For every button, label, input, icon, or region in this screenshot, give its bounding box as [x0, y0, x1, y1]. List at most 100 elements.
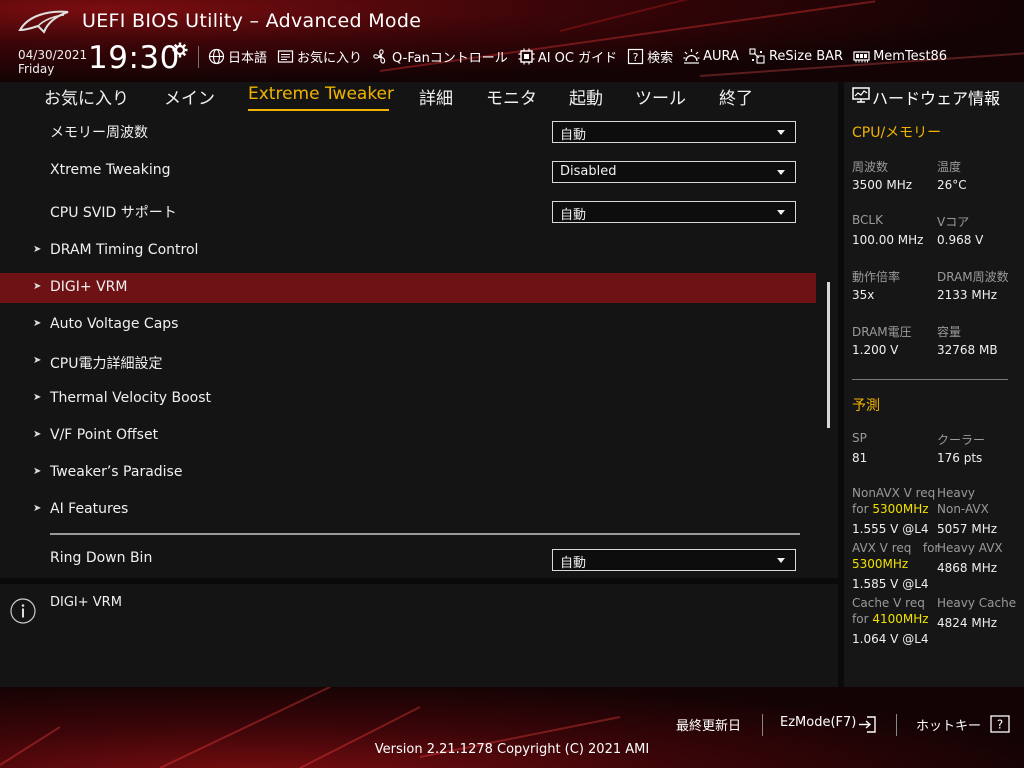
rog-logo-icon [18, 10, 69, 34]
resize-bar-label: ReSize BAR [768, 49, 844, 64]
ezmode-button[interactable]: EzMode(F7) [780, 715, 856, 730]
resize-bar-button[interactable]: ReSize BAR [749, 48, 843, 65]
cache-voltage-value: 1.064 V @L4 [852, 632, 929, 646]
tab-favorites[interactable]: お気に入り [44, 84, 129, 109]
submenu-auto-voltage-caps[interactable]: ➤ Auto Voltage Caps [0, 310, 816, 340]
submenu-arrow-icon: ➤ [33, 318, 42, 329]
submenu-arrow-icon: ➤ [33, 281, 42, 292]
vcore-label: Vコア [937, 215, 970, 229]
help-panel: DIGI+ VRM [0, 584, 838, 687]
submenu-thermal-velocity-boost[interactable]: ➤ Thermal Velocity Boost [0, 384, 816, 414]
setting-row-ring-down-bin[interactable]: Ring Down Bin 自動 [0, 548, 816, 578]
submenu-cpu-power-settings[interactable]: ➤ CPU電力詳細設定 [0, 347, 816, 377]
hotkeys-button[interactable]: ホットキー [916, 715, 981, 734]
cpu-frequency-value: 3500 MHz [852, 178, 913, 192]
main-tab-bar: お気に入り メイン Extreme Tweaker 詳細 モニタ 起動 ツール … [0, 82, 838, 112]
language-button[interactable]: 日本語 [208, 47, 267, 66]
search-label: 検索 [647, 51, 674, 66]
nonavx-voltage-value: 1.555 V @L4 [852, 522, 929, 536]
cpu-svid-support-dropdown[interactable]: 自動 [552, 201, 796, 223]
aura-button[interactable]: AURA [683, 48, 739, 65]
memtest-button[interactable]: MemTest86 [853, 48, 947, 65]
ring-down-bin-dropdown[interactable]: 自動 [552, 549, 796, 571]
active-tab-underline [248, 109, 389, 111]
capacity-value: 32768 MB [937, 343, 998, 357]
favorites-icon [277, 50, 294, 63]
cooler-label: クーラー [937, 433, 986, 447]
bclk-label: BCLK [852, 213, 883, 227]
cooler-value: 176 pts [937, 451, 983, 465]
setting-label: Xtreme Tweaking [50, 162, 171, 178]
globe-icon [208, 48, 225, 65]
cache-frequency: 4100MHz [872, 612, 929, 626]
xtreme-tweaking-dropdown[interactable]: Disabled [552, 161, 796, 183]
submenu-vf-point-offset[interactable]: ➤ V/F Point Offset [0, 421, 816, 451]
info-icon [10, 598, 36, 624]
sp-value: 81 [852, 451, 868, 465]
heavy-nonavx-label-a: Heavy [937, 486, 975, 500]
help-text: DIGI+ VRM [50, 595, 122, 610]
avx-voltage-value: 1.585 V @L4 [852, 577, 929, 591]
memtest-icon [853, 51, 870, 63]
cpu-temperature-label: 温度 [937, 160, 962, 174]
tab-tool[interactable]: ツール [635, 84, 686, 109]
search-help-icon: ? [628, 48, 644, 65]
cache-for-label: for 4100MHz [852, 612, 929, 626]
submenu-dram-timing-control[interactable]: ➤ DRAM Timing Control [0, 236, 816, 266]
tab-extreme-tweaker[interactable]: Extreme Tweaker [248, 84, 394, 104]
nonavx-frequency: 5300MHz [872, 502, 929, 516]
heavy-nonavx-label-b: Non-AVX [937, 502, 989, 516]
chevron-down-icon [777, 130, 785, 135]
chevron-down-icon [777, 210, 785, 215]
favorites-label: お気に入り [297, 51, 363, 66]
setting-row-cpu-svid-support[interactable]: CPU SVID サポート 自動 [0, 200, 816, 230]
vcore-value: 0.968 V [937, 233, 984, 247]
ratio-label: 動作倍率 [852, 270, 901, 284]
submenu-ai-features[interactable]: ➤ AI Features [0, 495, 816, 525]
ai-oc-guide-label: AI OC ガイド [537, 51, 618, 66]
scrollbar-thumb[interactable] [827, 282, 830, 428]
setting-row-xtreme-tweaking[interactable]: Xtreme Tweaking Disabled [0, 160, 816, 190]
memtest-label: MemTest86 [873, 49, 948, 64]
qfan-button[interactable]: Q-Fanコントロール [372, 47, 508, 66]
clock-settings-gear-icon[interactable] [172, 42, 188, 58]
search-button[interactable]: ? 検索 [627, 47, 673, 66]
dram-voltage-label: DRAM電圧 [852, 325, 912, 339]
tab-main[interactable]: メイン [164, 84, 215, 109]
hardware-monitor-panel: ハードウェア情報 CPU/メモリー 周波数 温度 3500 MHz 26°C B… [844, 82, 1024, 687]
tab-exit[interactable]: 終了 [719, 84, 753, 109]
setting-row-memory-frequency[interactable]: メモリー周波数 自動 [0, 120, 816, 150]
ai-oc-icon [518, 48, 535, 65]
dram-voltage-value: 1.200 V [852, 343, 899, 357]
tab-boot[interactable]: 起動 [569, 84, 603, 109]
dropdown-value: 自動 [560, 556, 587, 571]
svg-text:?: ? [633, 51, 639, 64]
submenu-arrow-icon: ➤ [33, 392, 42, 403]
tab-advanced[interactable]: 詳細 [419, 84, 453, 109]
sp-label: SP [852, 431, 867, 445]
header-divider [198, 46, 199, 68]
app-title: UEFI BIOS Utility – Advanced Mode [82, 10, 422, 32]
cpu-memory-section-title: CPU/メモリー [852, 125, 942, 141]
submenu-arrow-icon: ➤ [33, 429, 42, 440]
submenu-label: DRAM Timing Control [50, 242, 199, 258]
footer-divider [762, 714, 763, 736]
last-modified-button[interactable]: 最終更新日 [676, 715, 741, 734]
date-text: 04/30/2021 [18, 48, 88, 62]
avx-vreq-label: AVX V req for [852, 541, 939, 555]
submenu-digi-vrm[interactable]: ➤ DIGI+ VRM [0, 273, 816, 303]
monitor-icon [852, 87, 870, 103]
resize-bar-icon [749, 48, 765, 64]
submenu-label: CPU電力詳細設定 [50, 356, 163, 372]
dram-frequency-value: 2133 MHz [937, 288, 998, 302]
favorites-button[interactable]: お気に入り [277, 47, 362, 66]
avx-frequency: 5300MHz [852, 557, 909, 571]
ai-oc-guide-button[interactable]: AI OC ガイド [518, 47, 617, 66]
submenu-tweakers-paradise[interactable]: ➤ Tweaker’s Paradise [0, 458, 816, 488]
exit-to-ezmode-icon[interactable] [858, 716, 876, 733]
memory-frequency-dropdown[interactable]: 自動 [552, 121, 796, 143]
tab-monitor[interactable]: モニタ [486, 84, 537, 109]
chevron-down-icon [777, 558, 785, 563]
hotkey-help-icon[interactable]: ? [990, 715, 1010, 733]
nonavx-vreq-label: NonAVX V req [852, 486, 936, 500]
